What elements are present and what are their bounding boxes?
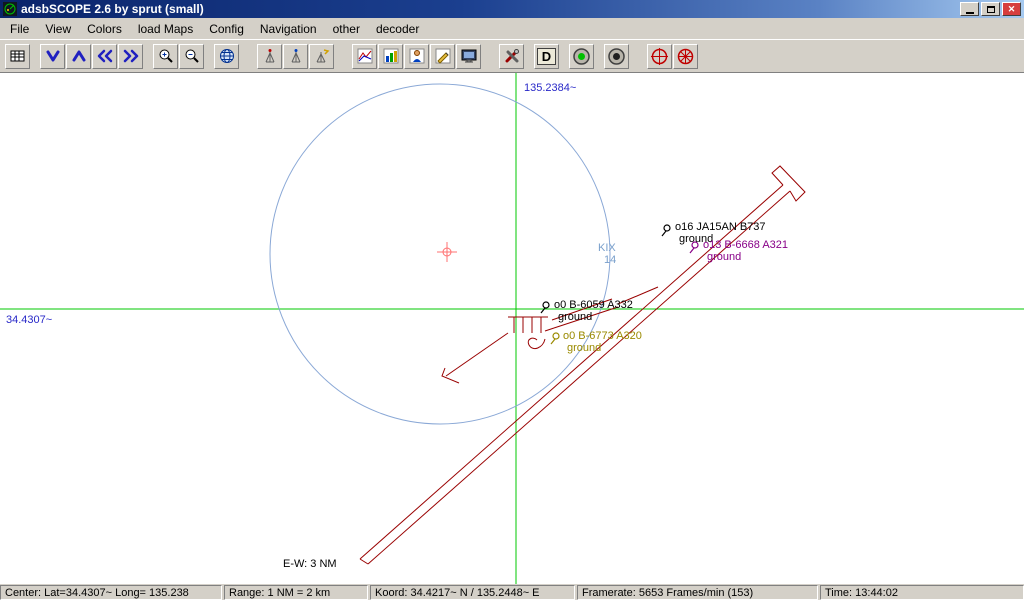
decoder-run-icon: D <box>536 47 557 65</box>
led-dark-icon <box>608 47 625 65</box>
red-asterisk-button[interactable] <box>673 43 698 69</box>
pan-up-button[interactable] <box>66 43 91 69</box>
latitude-label: 34.4307~ <box>6 314 52 326</box>
chart-lines-button[interactable] <box>352 43 377 69</box>
aircraft-symbol[interactable] <box>540 301 550 314</box>
zoom-out-button[interactable] <box>179 43 204 69</box>
table-button[interactable] <box>5 43 30 69</box>
toolbar: D <box>0 39 1024 73</box>
arrow-up-icon <box>72 50 85 62</box>
status-bar: Center: Lat=34.4307~ Long= 135.238 Range… <box>0 584 1024 600</box>
close-button[interactable]: ✕ <box>1002 2 1021 16</box>
aircraft-sublabel: ground <box>558 311 592 323</box>
status-koord: Koord: 34.4217~ N / 135.2448~ E <box>370 585 575 600</box>
antenna-button-1[interactable] <box>257 43 282 69</box>
table-icon <box>10 50 24 62</box>
world-map-button[interactable] <box>214 43 239 69</box>
app-icon <box>3 2 17 16</box>
radar-map[interactable]: o16 JA15AN B737 ground o13 B-6668 A321 g… <box>0 73 1024 584</box>
scale-label: E-W: 3 NM <box>283 558 337 570</box>
chart-lines-icon <box>357 48 372 64</box>
monitor-icon <box>461 49 476 63</box>
aircraft-label[interactable]: o0 B-6059 A332 <box>554 299 633 311</box>
red-crosshair-icon <box>651 47 668 65</box>
arrow-down-icon <box>46 50 59 62</box>
chart-bars-button[interactable] <box>378 43 403 69</box>
status-range: Range: 1 NM = 2 km <box>224 585 368 600</box>
airport-name-label: KIX <box>598 242 616 254</box>
decoder-run-button[interactable]: D <box>534 43 559 69</box>
antenna-button-2[interactable] <box>283 43 308 69</box>
person-chart-button[interactable] <box>404 43 429 69</box>
aircraft-sublabel: ground <box>567 342 601 354</box>
antenna-icon-1 <box>265 49 274 63</box>
aircraft-symbol[interactable] <box>661 224 671 237</box>
zoom-in-icon <box>159 49 173 63</box>
airport-runway-label: 14 <box>604 254 616 266</box>
title-bar: adsbSCOPE 2.6 by sprut (small) ✕ <box>0 0 1024 18</box>
status-time: Time: 13:44:02 <box>820 585 1024 600</box>
center-marker <box>437 242 457 262</box>
minimize-button[interactable] <box>960 2 979 16</box>
minimize-icon <box>965 11 974 14</box>
status-framerate: Framerate: 5653 Frames/min (153) <box>577 585 818 600</box>
led-green-icon <box>573 47 590 65</box>
antenna-button-3[interactable] <box>309 43 334 69</box>
pan-right-button[interactable] <box>118 43 143 69</box>
tools-button[interactable] <box>499 43 524 69</box>
aircraft-label[interactable]: o0 B-6773 A320 <box>563 330 642 342</box>
pan-down-button[interactable] <box>40 43 65 69</box>
maximize-button[interactable] <box>981 2 1000 16</box>
edit-chart-button[interactable] <box>430 43 455 69</box>
led-green-button[interactable] <box>569 43 594 69</box>
aircraft-symbol[interactable] <box>550 332 560 345</box>
red-asterisk-icon <box>677 48 694 64</box>
tools-icon <box>505 49 519 63</box>
range-ring <box>269 83 611 425</box>
pan-left-button[interactable] <box>92 43 117 69</box>
antenna-icon-2 <box>291 49 300 63</box>
person-chart-icon <box>409 48 424 64</box>
arrow-right-icon <box>123 49 138 63</box>
edit-chart-icon <box>435 48 450 64</box>
longitude-label: 135.2384~ <box>524 82 576 94</box>
menu-navigation[interactable]: Navigation <box>252 19 325 39</box>
zoom-in-button[interactable] <box>153 43 178 69</box>
menu-bar: File View Colors load Maps Config Naviga… <box>0 18 1024 39</box>
red-crosshair-button[interactable] <box>647 43 672 69</box>
chart-bars-icon <box>383 48 398 64</box>
monitor-button[interactable] <box>456 43 481 69</box>
menu-file[interactable]: File <box>2 19 37 39</box>
led-dark-button[interactable] <box>604 43 629 69</box>
menu-view[interactable]: View <box>37 19 79 39</box>
zoom-out-icon <box>185 49 199 63</box>
window-title: adsbSCOPE 2.6 by sprut (small) <box>21 2 204 16</box>
status-center: Center: Lat=34.4307~ Long= 135.238 <box>0 585 222 600</box>
radar-map-area[interactable]: o16 JA15AN B737 ground o13 B-6668 A321 g… <box>0 73 1024 584</box>
aircraft-label[interactable]: o16 JA15AN B737 <box>675 221 766 233</box>
globe-icon <box>219 49 234 63</box>
maximize-icon <box>986 5 995 13</box>
arrow-left-icon <box>97 49 112 63</box>
menu-decoder[interactable]: decoder <box>368 19 427 39</box>
aircraft-sublabel: ground <box>707 251 741 263</box>
menu-colors[interactable]: Colors <box>79 19 130 39</box>
aircraft-label[interactable]: o13 B-6668 A321 <box>703 239 788 251</box>
menu-config[interactable]: Config <box>201 19 252 39</box>
close-icon: ✕ <box>1007 3 1016 14</box>
antenna-icon-3 <box>316 49 329 63</box>
menu-other[interactable]: other <box>325 19 368 39</box>
menu-load-maps[interactable]: load Maps <box>130 19 201 39</box>
